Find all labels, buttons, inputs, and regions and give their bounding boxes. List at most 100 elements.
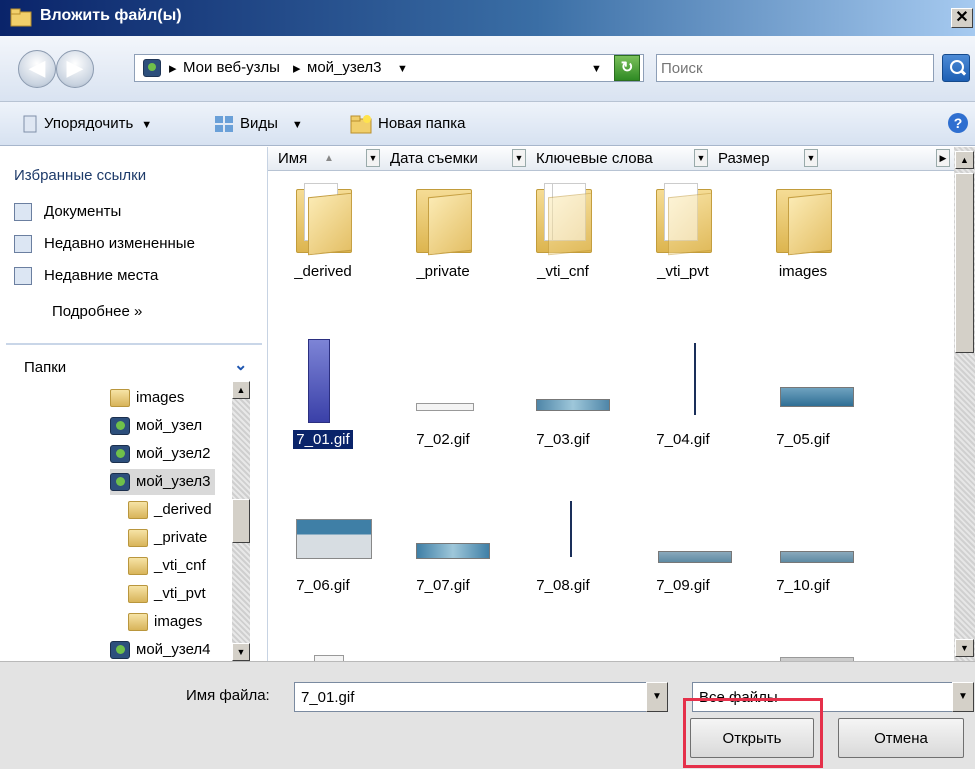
tree-item-images[interactable]: images	[110, 385, 184, 411]
forward-button[interactable]: ▶	[56, 50, 94, 88]
toolbar: Упорядочить ▼ Виды ▼ Новая папка	[0, 102, 975, 146]
tree-item-label: _derived	[154, 501, 212, 518]
navigation-bar: ◀ ▶ ▸ Мои веб-узлы ▸ мой_узел3 ▼ ▼ ↻	[0, 36, 975, 102]
file-item-vti-pvt[interactable]: _vti_pvt	[628, 171, 738, 311]
file-item-7-10[interactable]: 7_10.gif	[748, 499, 858, 639]
tree-item-label: images	[136, 389, 185, 406]
column-size[interactable]: Размер	[718, 150, 770, 167]
favorites-title: Избранные ссылки	[14, 167, 147, 184]
scroll-down-icon[interactable]: ▼	[955, 639, 974, 657]
folder-icon	[536, 183, 592, 256]
window-title: Вложить файл(ы)	[40, 7, 182, 24]
chevron-down-icon[interactable]: ⌄	[234, 355, 247, 375]
tree-item-label: _private	[154, 529, 208, 546]
tree-scrollbar[interactable]: ▲ ▼	[232, 381, 250, 661]
file-item-images[interactable]: images	[748, 171, 858, 311]
file-item-7-08[interactable]: 7_08.gif	[508, 499, 618, 639]
breadcrumb-arrow-icon[interactable]: ▸	[169, 59, 177, 77]
file-item-7-07[interactable]: 7_07.gif	[388, 499, 498, 639]
filename-input[interactable]	[301, 687, 631, 707]
file-item-7-09[interactable]: 7_09.gif	[628, 499, 738, 639]
column-dropdown-icon[interactable]: ▼	[694, 149, 708, 167]
pane-divider	[6, 343, 262, 345]
image-thumbnail	[658, 551, 732, 563]
address-breadcrumb[interactable]: ▸ Мои веб-узлы ▸ мой_узел3 ▼ ▼	[134, 54, 644, 82]
breadcrumb-segment-site3[interactable]: мой_узел3	[307, 59, 382, 76]
folder-tree: images мой_узел мой_узел2 мой_узел3 _der…	[0, 381, 232, 661]
refresh-button[interactable]: ↻	[614, 55, 640, 81]
file-item-7-06[interactable]: 7_06.gif	[268, 499, 378, 639]
file-item-7-02[interactable]: 7_02.gif	[388, 331, 498, 471]
search-input[interactable]	[661, 58, 921, 78]
column-scroll-right-icon[interactable]: ▶	[936, 149, 950, 167]
column-dropdown-icon[interactable]: ▼	[512, 149, 526, 167]
new-folder-button[interactable]: Новая папка	[350, 114, 465, 136]
folder-icon	[128, 501, 148, 520]
favorite-link-recently-changed[interactable]: Недавно измененные	[14, 235, 195, 254]
back-button[interactable]: ◀	[18, 50, 56, 88]
tree-item-label: _vti_cnf	[154, 557, 206, 574]
favorites-more-link[interactable]: Подробнее »	[52, 303, 142, 320]
chevron-down-icon[interactable]: ▼	[952, 682, 974, 712]
column-keywords[interactable]: Ключевые слова	[536, 150, 653, 167]
filename-combobox[interactable]	[294, 682, 668, 712]
favorite-link-documents[interactable]: Документы	[14, 203, 121, 222]
history-dropdown-icon[interactable]: ▼	[591, 63, 602, 75]
column-date-taken[interactable]: Дата съемки	[390, 150, 478, 167]
search-box[interactable]	[656, 54, 934, 82]
file-item-7-04[interactable]: 7_04.gif	[628, 331, 738, 471]
scroll-down-icon[interactable]: ▼	[232, 643, 250, 661]
open-button[interactable]: Открыть	[690, 718, 814, 758]
file-item-derived[interactable]: _derived	[268, 171, 378, 311]
chevron-down-icon: ▼	[291, 119, 303, 131]
column-dropdown-icon[interactable]: ▼	[366, 149, 380, 167]
close-window-button[interactable]: ✕	[951, 8, 973, 28]
scroll-thumb[interactable]	[955, 173, 974, 353]
tree-item-site3[interactable]: мой_узел3	[110, 469, 215, 495]
favorite-link-recent-places[interactable]: Недавние места	[14, 267, 159, 286]
recent-places-icon	[14, 267, 32, 286]
breadcrumb-chevron-icon[interactable]: ▼	[397, 63, 408, 75]
tree-item-site2[interactable]: мой_узел2	[110, 441, 211, 467]
scroll-up-icon[interactable]: ▲	[955, 151, 974, 169]
views-icon	[215, 116, 233, 133]
file-name: 7_01.gif	[268, 429, 378, 450]
search-icon[interactable]	[942, 54, 970, 82]
tree-item-images-sub[interactable]: images	[128, 609, 202, 635]
file-item-7-05[interactable]: 7_05.gif	[748, 331, 858, 471]
file-name: 7_08.gif	[536, 577, 590, 594]
scroll-thumb[interactable]	[232, 499, 250, 543]
file-item-private[interactable]: _private	[388, 171, 498, 311]
cancel-button[interactable]: Отмена	[838, 718, 964, 758]
views-menu[interactable]: Виды ▼	[214, 114, 303, 136]
navigation-pane: Избранные ссылки Документы Недавно измен…	[0, 147, 268, 661]
favorite-link-label: Недавние места	[44, 267, 159, 284]
chevron-down-icon[interactable]: ▼	[646, 682, 668, 712]
favorite-link-label: Недавно измененные	[44, 235, 195, 252]
column-dropdown-icon[interactable]: ▼	[804, 149, 818, 167]
folders-header[interactable]: Папки ⌄	[0, 347, 268, 383]
file-name: images	[778, 263, 828, 280]
help-icon[interactable]: ?	[948, 113, 968, 133]
tree-item-vti-cnf[interactable]: _vti_cnf	[128, 553, 206, 579]
folder-icon	[296, 183, 352, 256]
organize-menu[interactable]: Упорядочить ▼	[22, 114, 152, 136]
tree-item-site4[interactable]: мой_узел4	[110, 637, 211, 661]
tree-item-private[interactable]: _private	[128, 525, 207, 551]
web-folder-icon	[110, 473, 130, 492]
scroll-up-icon[interactable]: ▲	[232, 381, 250, 399]
tree-item-derived[interactable]: _derived	[128, 497, 212, 523]
tree-item-site[interactable]: мой_узел	[110, 413, 202, 439]
file-list-scrollbar[interactable]: ▲ ▼	[954, 147, 975, 661]
file-item-7-03[interactable]: 7_03.gif	[508, 331, 618, 471]
file-item-vti-cnf[interactable]: _vti_cnf	[508, 171, 618, 311]
file-item-7-01[interactable]: 7_01.gif	[268, 331, 378, 471]
tree-item-vti-pvt[interactable]: _vti_pvt	[128, 581, 206, 607]
folder-icon	[128, 529, 148, 548]
filetype-select[interactable]: Все файлы	[692, 682, 974, 712]
folder-icon	[776, 183, 832, 256]
breadcrumb-segment-sites[interactable]: Мои веб-узлы	[183, 59, 280, 76]
breadcrumb-arrow-icon[interactable]: ▸	[293, 59, 301, 77]
file-name: 7_03.gif	[536, 431, 590, 448]
column-name[interactable]: Имя	[278, 150, 307, 167]
